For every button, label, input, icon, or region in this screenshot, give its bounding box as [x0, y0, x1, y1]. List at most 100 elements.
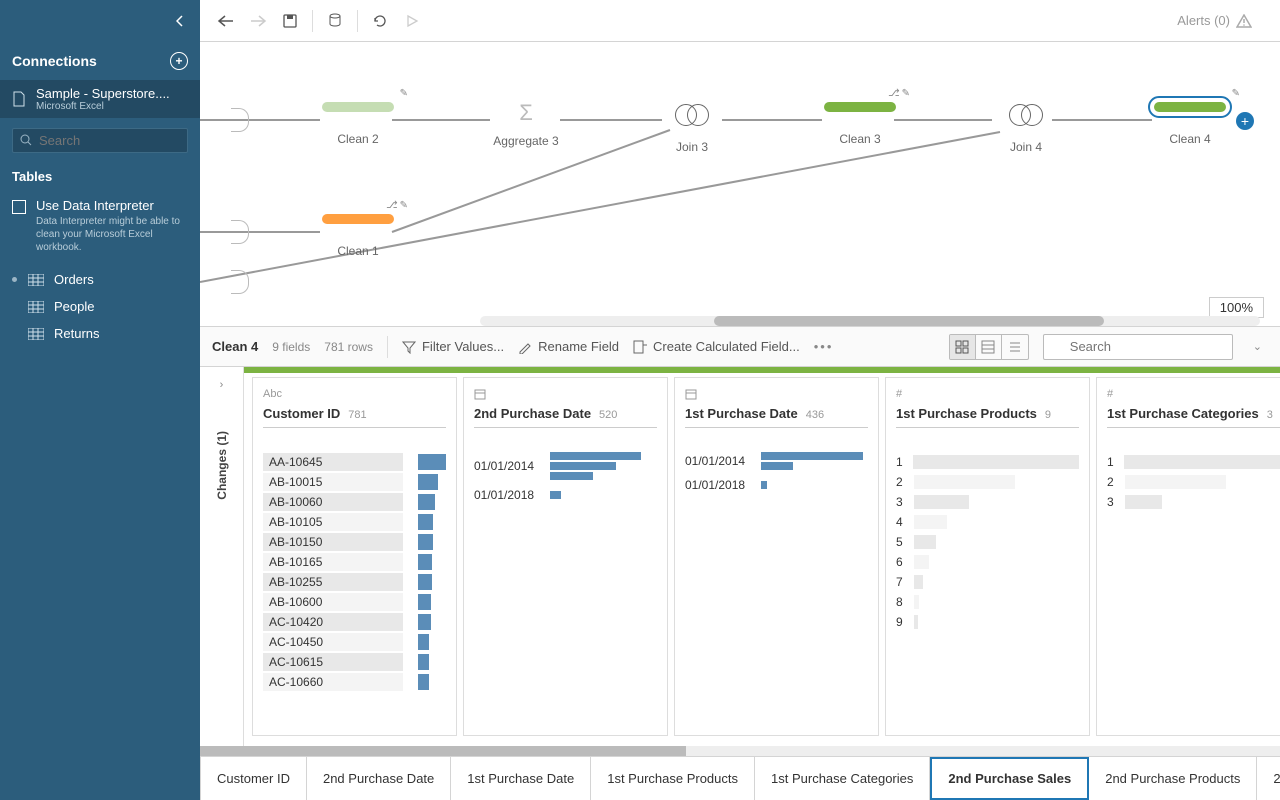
zoom-level[interactable]: 100%: [1209, 297, 1264, 318]
interpreter-title: Use Data Interpreter: [36, 198, 188, 213]
table-item-returns[interactable]: Returns: [0, 320, 200, 347]
flow-node-clean-2[interactable]: ✎ Clean 2: [318, 102, 398, 146]
table-icon: [28, 301, 44, 313]
column-tab[interactable]: 1st Purchase Categories: [755, 757, 930, 800]
refresh-button[interactable]: [366, 7, 394, 35]
create-calculated-field-button[interactable]: Create Calculated Field...: [633, 339, 800, 354]
profile-card[interactable]: AbcCustomer ID781AA-10645AB-10015AB-1006…: [252, 377, 457, 736]
value-row[interactable]: AB-10255: [263, 572, 414, 592]
chevron-right-icon: ›: [220, 379, 224, 391]
connection-item[interactable]: Sample - Superstore.... Microsoft Excel: [0, 80, 200, 118]
save-button[interactable]: [276, 7, 304, 35]
table-item-people[interactable]: People: [0, 293, 200, 320]
tables-search-input[interactable]: [12, 128, 188, 153]
profile-toolbar: Clean 4 9 fields 781 rows Filter Values.…: [200, 327, 1280, 367]
forward-button[interactable]: [244, 7, 272, 35]
flow-node-clean-3[interactable]: ⎇✎ Clean 3: [820, 102, 900, 146]
value-row[interactable]: 01/01/2014: [685, 452, 868, 470]
list-view-button[interactable]: [1002, 335, 1028, 359]
field-type-icon: Abc: [263, 388, 446, 400]
value-row[interactable]: AC-10420: [263, 612, 414, 632]
profile-card[interactable]: #1st Purchase Products9123456789: [885, 377, 1090, 736]
profile-card[interactable]: #1st Purchase Categories3123: [1096, 377, 1280, 736]
profile-pane: › Changes (1) AbcCustomer ID781AA-10645A…: [200, 367, 1280, 746]
flow-node-aggregate-3[interactable]: Σ Aggregate 3: [486, 100, 566, 148]
search-icon: [20, 134, 32, 146]
value-row[interactable]: 1: [1107, 452, 1280, 472]
connection-name: Sample - Superstore....: [36, 86, 176, 101]
rename-field-button[interactable]: Rename Field: [518, 339, 619, 354]
edit-icon: ✎: [400, 200, 408, 211]
column-tab[interactable]: 2nd Purchase Categories: [1257, 757, 1280, 800]
data-interpreter-option[interactable]: Use Data Interpreter Data Interpreter mi…: [0, 190, 200, 262]
flow-node-input-1[interactable]: [200, 108, 280, 132]
value-row[interactable]: AB-10015: [263, 472, 414, 492]
flow-scrollbar[interactable]: [480, 316, 1260, 326]
value-row[interactable]: 8: [896, 592, 1079, 612]
value-row[interactable]: AB-10150: [263, 532, 414, 552]
flow-node-join-3[interactable]: Join 3: [652, 98, 732, 154]
interpreter-desc: Data Interpreter might be able to clean …: [36, 215, 188, 254]
filter-values-button[interactable]: Filter Values...: [402, 339, 504, 354]
interpreter-checkbox[interactable]: [12, 200, 26, 214]
value-row[interactable]: AB-10105: [263, 512, 414, 532]
value-row[interactable]: AB-10060: [263, 492, 414, 512]
flow-node-input-2[interactable]: [200, 220, 280, 244]
value-row[interactable]: 4: [896, 512, 1079, 532]
field-type-icon: [685, 388, 868, 400]
column-tab[interactable]: 2nd Purchase Sales: [930, 757, 1089, 800]
value-row[interactable]: 2: [896, 472, 1079, 492]
column-tab[interactable]: 1st Purchase Date: [451, 757, 591, 800]
value-row[interactable]: AB-10600: [263, 592, 414, 612]
flow-node-input-3[interactable]: [200, 270, 280, 294]
column-tab[interactable]: Customer ID: [201, 757, 307, 800]
back-button[interactable]: [212, 7, 240, 35]
flow-node-clean-4[interactable]: ✎ Clean 4: [1150, 102, 1230, 146]
flow-node-join-4[interactable]: Join 4: [986, 98, 1066, 154]
value-row[interactable]: AB-10165: [263, 552, 414, 572]
value-count: 436: [806, 409, 824, 421]
column-tab[interactable]: 1st Purchase Products: [591, 757, 755, 800]
flow-canvas[interactable]: ✎ Clean 2 Σ Aggregate 3 Join 3 ⎇✎ Clean …: [200, 42, 1280, 327]
value-row[interactable]: 3: [1107, 492, 1280, 512]
connections-heading: Connections: [12, 53, 97, 69]
profile-view-button[interactable]: [950, 335, 976, 359]
value-row[interactable]: 2: [1107, 472, 1280, 492]
value-row[interactable]: AC-10660: [263, 672, 414, 692]
table-item-orders[interactable]: Orders: [0, 266, 200, 293]
value-row[interactable]: 5: [896, 532, 1079, 552]
value-row[interactable]: 1: [896, 452, 1079, 472]
collapse-sidebar-button[interactable]: [0, 0, 200, 42]
column-tab[interactable]: 2nd Purchase Products: [1089, 757, 1257, 800]
value-row[interactable]: 01/01/2014: [474, 452, 657, 480]
more-options-button[interactable]: •••: [814, 339, 834, 354]
profile-scrollbar[interactable]: [200, 746, 1280, 756]
value-row[interactable]: 01/01/2018: [685, 478, 868, 492]
value-row[interactable]: AC-10450: [263, 632, 414, 652]
field-count: 9 fields: [272, 340, 310, 354]
alerts-indicator[interactable]: Alerts (0): [1177, 13, 1268, 28]
profile-card[interactable]: 1st Purchase Date43601/01/201401/01/2018: [674, 377, 879, 736]
value-row[interactable]: 7: [896, 572, 1079, 592]
expand-pane-button[interactable]: ⌄: [1247, 340, 1268, 353]
value-row[interactable]: AC-10615: [263, 652, 414, 672]
add-step-button[interactable]: +: [1236, 112, 1254, 130]
run-button[interactable]: [398, 7, 426, 35]
database-button[interactable]: [321, 7, 349, 35]
table-icon: [28, 274, 44, 286]
profile-search-input[interactable]: [1043, 334, 1233, 360]
add-connection-button[interactable]: +: [170, 52, 188, 70]
value-row[interactable]: 6: [896, 552, 1079, 572]
profile-card[interactable]: 2nd Purchase Date52001/01/201401/01/2018: [463, 377, 668, 736]
column-tab[interactable]: 2nd Purchase Date: [307, 757, 451, 800]
top-toolbar: Alerts (0): [0, 0, 1280, 42]
value-row[interactable]: 9: [896, 612, 1079, 632]
flow-node-clean-1[interactable]: ⎇✎ Clean 1: [318, 214, 398, 258]
value-row[interactable]: AA-10645: [263, 452, 414, 472]
summary-view-button[interactable]: [976, 335, 1002, 359]
changes-panel[interactable]: › Changes (1): [200, 367, 244, 746]
value-row[interactable]: 3: [896, 492, 1079, 512]
alert-icon: [1236, 14, 1252, 28]
value-row[interactable]: 01/01/2018: [474, 488, 657, 502]
file-icon: [12, 91, 26, 107]
